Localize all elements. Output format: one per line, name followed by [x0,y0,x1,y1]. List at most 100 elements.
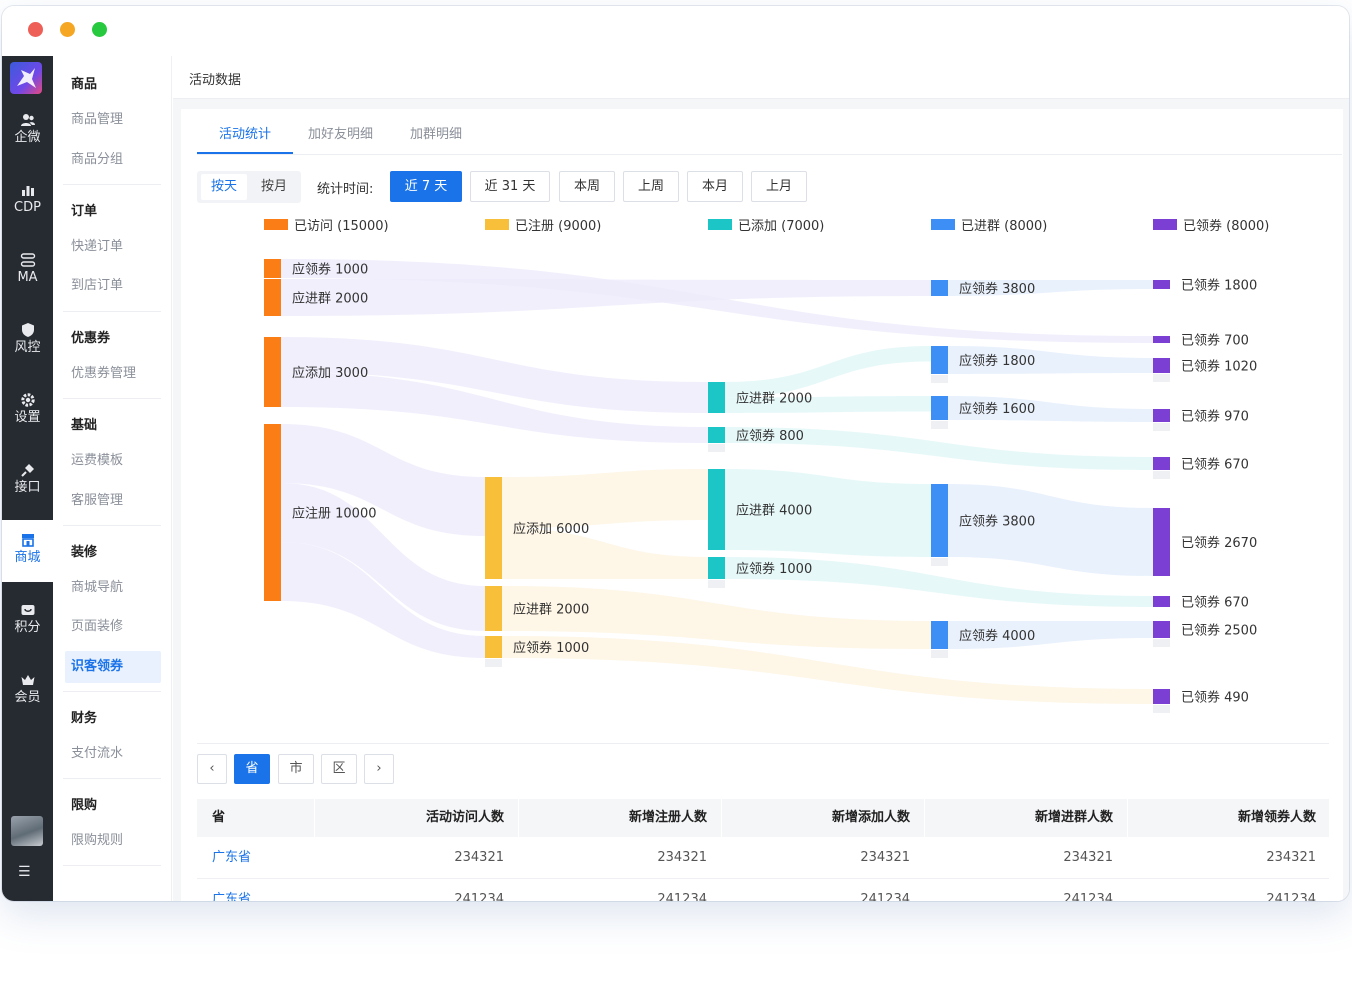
sankey-node[interactable] [1153,336,1170,343]
sankey-node[interactable] [264,337,281,407]
sankey-node[interactable] [931,396,948,420]
sidebar-item-customer-service[interactable]: 客服管理 [65,485,161,517]
region-prev-button[interactable]: ‹ [197,754,227,784]
province-link[interactable]: 广东省 [212,837,251,879]
flow-icon [20,253,35,267]
sankey-node[interactable] [264,279,281,316]
range-last-month-button[interactable]: 上月 [751,171,807,202]
region-level-province-button[interactable]: 省 [234,754,270,784]
region-level-city-button[interactable]: 市 [278,754,314,784]
rail-item-risk[interactable]: 风控 [2,310,53,372]
sankey-node[interactable] [264,424,281,601]
sankey-node-label: 已领券 1020 [1181,359,1257,375]
user-avatar[interactable] [11,816,43,846]
sankey-node[interactable] [931,484,948,557]
sidebar-item-product-manage[interactable]: 商品管理 [65,104,161,136]
rail-item-wecom[interactable]: 企微 [2,100,53,162]
title-bar [2,6,1349,56]
sidebar-item-payment-flow[interactable]: 支付流水 [65,738,161,770]
sankey-node[interactable] [485,586,502,631]
sankey-node[interactable] [708,557,725,579]
sankey-residual [931,375,948,383]
legend-label[interactable]: 已访问 (15000) [294,219,389,234]
sankey-residual [931,558,948,566]
rail-item-member[interactable]: 会员 [2,660,53,722]
menu-toggle-icon[interactable]: ☰ [18,865,36,879]
sankey-node-label: 已领券 490 [1181,690,1249,706]
sankey-node-label: 应进群 2000 [736,391,812,407]
granularity-month-button[interactable]: 按月 [251,174,297,200]
sankey-node[interactable] [1153,457,1170,470]
sidebar-item-express-order[interactable]: 快递订单 [65,231,161,263]
app-logo[interactable] [10,62,42,94]
table-row[interactable]: 广东省 241234 241234 241234 241234 241234 [197,879,1329,901]
sankey-link [725,346,931,398]
sankey-node-label: 应领券 1600 [959,401,1035,417]
sankey-node[interactable] [1153,508,1170,576]
sankey-residual [708,580,725,588]
rail-item-api[interactable]: 接口 [2,450,53,512]
sankey-node[interactable] [708,382,725,413]
legend-label[interactable]: 已注册 (9000) [515,219,601,234]
tab-add-friend-detail[interactable]: 加好友明细 [308,123,373,142]
sidebar-item-coupon-claim[interactable]: 识客领券 [65,651,161,683]
tab-activity-stats[interactable]: 活动统计 [219,123,271,142]
rail-item-label: 商城 [14,550,41,565]
table-row[interactable]: 广东省 234321 234321 234321 234321 234321 [197,837,1329,879]
table-cell: 234321 [454,850,504,865]
tab-join-group-detail[interactable]: 加群明细 [410,123,462,142]
sidebar-item-coupon-manage[interactable]: 优惠券管理 [65,358,161,390]
maximize-window-button[interactable] [92,22,107,37]
rail-item-cdp[interactable]: CDP [2,170,53,232]
sankey-node[interactable] [264,259,281,278]
rail-item-points[interactable]: 积分 [2,590,53,652]
sankey-node[interactable] [1153,358,1170,373]
close-window-button[interactable] [28,22,43,37]
range-last-31-days-button[interactable]: 近 31 天 [470,171,550,202]
sankey-residual [931,421,948,429]
rail-item-store[interactable]: 商城 [2,520,53,582]
rail-item-ma[interactable]: MA [2,240,53,302]
sidebar-item-limit-rules[interactable]: 限购规则 [65,825,161,857]
sankey-node[interactable] [485,636,502,658]
legend-label[interactable]: 已领券 (8000) [1183,218,1269,234]
sankey-node[interactable] [1153,280,1170,289]
sankey-node-label: 应进群 2000 [513,602,589,618]
sidebar-item-page-decor[interactable]: 页面装修 [65,611,161,643]
sankey-residual [708,444,725,452]
sankey-node[interactable] [1153,689,1170,704]
sankey-node[interactable] [485,477,502,579]
sankey-node[interactable] [931,346,948,374]
granularity-day-button[interactable]: 按天 [201,174,247,200]
sidebar-item-freight-template[interactable]: 运费模板 [65,445,161,477]
legend-label[interactable]: 已添加 (7000) [738,219,824,234]
region-next-button[interactable]: › [364,754,394,784]
sankey-node[interactable] [1153,621,1170,638]
table-cell: 241234 [657,892,707,901]
range-this-week-button[interactable]: 本周 [559,171,615,202]
rail-item-label: 设置 [14,410,41,425]
sidebar-group-title: 财务 [71,711,98,726]
sankey-svg: 应领券 1000 应进群 2000 应添加 3000 应注册 10000 应添加 600… [264,218,1269,713]
sidebar-item-product-group[interactable]: 商品分组 [65,144,161,176]
sankey-node[interactable] [708,427,725,443]
minimize-window-button[interactable] [60,22,75,37]
sankey-node[interactable] [1153,409,1170,422]
table-cell: 241234 [860,892,910,901]
sidebar-item-store-nav[interactable]: 商城导航 [65,572,161,604]
sankey-node[interactable] [1153,596,1170,607]
sankey-node[interactable] [708,469,725,550]
sidebar-item-store-order[interactable]: 到店订单 [65,270,161,302]
province-link[interactable]: 广东省 [212,879,251,901]
range-last-week-button[interactable]: 上周 [623,171,679,202]
sankey-node[interactable] [931,621,948,649]
sankey-node[interactable] [931,280,948,296]
sidebar-divider [63,865,161,866]
region-level-district-button[interactable]: 区 [321,754,357,784]
legend-label[interactable]: 已进群 (8000) [961,219,1047,234]
range-this-month-button[interactable]: 本月 [687,171,743,202]
table-header: 省 活动访问人数 新增注册人数 新增添加人数 新增进群人数 新增领券人数 [197,799,1329,837]
range-last-7-days-button[interactable]: 近 7 天 [390,171,462,202]
sidebar-divider [63,398,161,399]
rail-item-settings[interactable]: 设置 [2,380,53,442]
